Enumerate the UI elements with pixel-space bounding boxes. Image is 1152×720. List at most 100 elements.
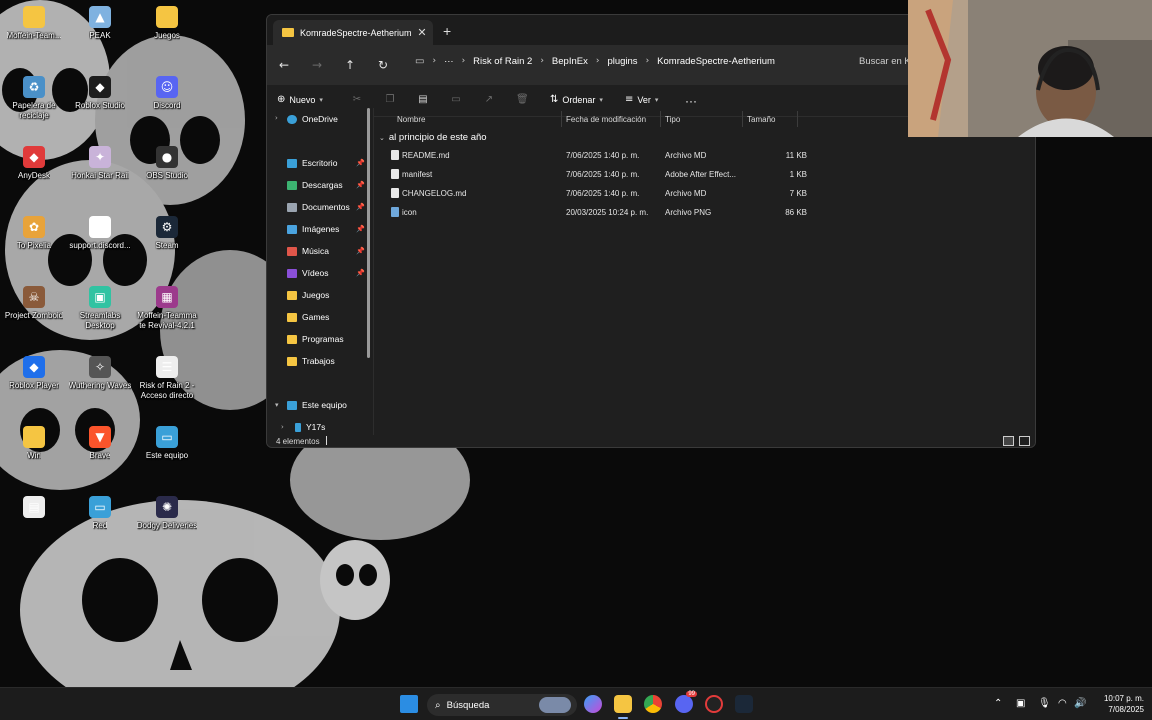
back-arrow-icon[interactable]: ← [279, 58, 289, 72]
pane-divider[interactable] [373, 108, 374, 435]
system-tray-app-icon[interactable]: ▣ [1016, 698, 1025, 709]
desktop-icon[interactable]: ✦ Honkai Star Rail [66, 146, 134, 181]
desktop-icon[interactable]: ✿ To Pixelia [0, 216, 68, 251]
desktop-icon[interactable]: ◆ AnyDesk [0, 146, 68, 181]
desktop-icon[interactable]: ◆ Roblox Player [0, 356, 68, 391]
breadcrumb-item[interactable]: plugins [607, 56, 637, 67]
new-tab-button[interactable]: + [443, 23, 451, 39]
chevron-down-icon[interactable]: ▾ [275, 401, 279, 409]
refresh-icon[interactable]: ↻ [378, 58, 388, 72]
column-divider[interactable] [660, 111, 661, 127]
more-options-button[interactable]: ··· [685, 94, 697, 108]
up-arrow-icon[interactable]: ↑ [345, 58, 355, 72]
file-row[interactable]: icon 20/03/2025 10:24 p. m. Archivo PNG 86 … [377, 203, 807, 222]
desktop-icon[interactable]: ⚙ Steam [133, 216, 201, 251]
group-header[interactable]: ⌄ al principio de este año [379, 132, 487, 143]
paste-icon[interactable]: ▤ [417, 94, 429, 106]
file-row[interactable]: CHANGELOG.md 7/06/2025 1:40 p. m. Archivo … [377, 184, 807, 203]
sidebar-item-this-pc[interactable]: Este equipo [287, 397, 371, 413]
tiles-view-icon[interactable] [1019, 436, 1030, 446]
desktop-icon[interactable]: ▭ Este equipo [133, 426, 201, 461]
desktop-icon[interactable]: ▲ PEAK [66, 6, 134, 41]
sidebar-item[interactable]: Imágenes 📌 [287, 221, 371, 237]
chevron-right-icon[interactable]: › [275, 114, 278, 122]
taskbar-clock[interactable]: 10:07 p. m. 7/08/2025 [1094, 693, 1144, 715]
new-button[interactable]: ⊕ Nuevo ▾ [277, 94, 323, 105]
sidebar-item[interactable]: Música 📌 [287, 243, 371, 259]
desktop-icon[interactable]: ☰ Risk of Rain 2 - Acceso directo [133, 356, 201, 401]
desktop-icon[interactable]: ☺ Discord [133, 76, 201, 111]
details-view-icon[interactable] [1003, 436, 1014, 446]
column-header-date[interactable]: Fecha de modificación [566, 115, 646, 124]
file-row[interactable]: manifest 7/06/2025 1:40 p. m. Adobe After … [377, 165, 807, 184]
desktop-icon[interactable]: ● OBS Studio [133, 146, 201, 181]
sidebar-item[interactable]: Juegos [287, 287, 371, 303]
microphone-icon[interactable]: 🎙 [1038, 698, 1051, 709]
address-bar[interactable]: ▭ › ··· › Risk of Rain 2 › BepInEx › plu… [411, 49, 847, 73]
copilot-icon[interactable] [584, 695, 602, 713]
desktop-icon[interactable]: ◆ Roblox Studio [66, 76, 134, 111]
close-tab-icon[interactable]: ✕ [415, 26, 429, 39]
forward-arrow-icon[interactable]: → [312, 58, 322, 72]
obs-taskbar-icon[interactable] [705, 695, 723, 713]
file-explorer-taskbar-icon[interactable] [614, 695, 632, 713]
desktop-icon[interactable]: Juegos [133, 6, 201, 41]
file-list: Nombre Fecha de modificación Tipo Tamaño… [377, 108, 1035, 435]
sort-button[interactable]: ⇅ Ordenar ▾ [550, 94, 603, 105]
desktop-icon[interactable]: ☠ Project Zomboid [0, 286, 68, 321]
breadcrumb-overflow[interactable]: ··· [444, 56, 454, 67]
column-header-name[interactable]: Nombre [397, 115, 425, 124]
desktop-icon[interactable]: ✺ Dodgy Deliveries [133, 496, 201, 531]
column-divider[interactable] [742, 111, 743, 127]
column-divider[interactable] [561, 111, 562, 127]
desktop-icon[interactable]: Win [0, 426, 68, 461]
file-row[interactable]: README.md 7/06/2025 1:40 p. m. Archivo MD 1… [377, 146, 807, 165]
cut-icon[interactable]: ✂ [351, 94, 363, 106]
sidebar-item[interactable]: Documentos 📌 [287, 199, 371, 215]
column-header-size[interactable]: Tamaño [747, 115, 775, 124]
sidebar-scrollbar[interactable] [367, 108, 370, 358]
taskbar-search-box[interactable]: ⌕ Búsqueda [427, 694, 577, 716]
sidebar-item[interactable]: Games [287, 309, 371, 325]
sidebar-item-drive[interactable]: Y17s [295, 419, 379, 435]
breadcrumb-item[interactable]: KomradeSpectre-Aetherium [657, 56, 775, 67]
desktop-icon[interactable]: ▭ Red [66, 496, 134, 531]
active-app-indicator [618, 717, 628, 719]
discord-taskbar-icon[interactable]: 99 [675, 691, 697, 713]
wifi-icon[interactable]: ◠ [1058, 698, 1067, 709]
chrome-icon[interactable] [644, 695, 662, 713]
sidebar-item-onedrive[interactable]: OneDrive [287, 111, 371, 127]
file-size: 1 KB [789, 170, 807, 179]
desktop-icon[interactable]: ✧ Wuthering Waves [66, 356, 134, 391]
desktop-icon[interactable]: Moffein-Team... [0, 6, 68, 41]
chevron-up-icon[interactable]: ⌃ [994, 698, 1002, 709]
app-icon: ▭ [156, 426, 178, 448]
column-divider[interactable] [797, 111, 798, 127]
desktop-icon-label: AnyDesk [17, 171, 50, 180]
sidebar-item[interactable]: Vídeos 📌 [287, 265, 371, 281]
volume-icon[interactable]: 🔊 [1074, 698, 1086, 709]
sidebar-item[interactable]: Escritorio 📌 [287, 155, 371, 171]
breadcrumb-item[interactable]: BepInEx [552, 56, 588, 67]
column-header-type[interactable]: Tipo [665, 115, 680, 124]
start-windows-icon[interactable] [400, 695, 418, 713]
delete-icon[interactable]: 🗑 [516, 94, 529, 106]
desktop-icon[interactable]: ▤ [0, 496, 68, 521]
view-button[interactable]: ≡ Ver ▾ [625, 94, 658, 105]
desktop-icon[interactable]: ▣ Streamlabs Desktop [66, 286, 134, 331]
sidebar-item[interactable]: Descargas 📌 [287, 177, 371, 193]
explorer-tab[interactable]: KomradeSpectre-Aetherium ✕ [273, 20, 433, 45]
desktop-icon[interactable]: ♻ Papelera de reciclaje [0, 76, 68, 121]
chevron-right-icon[interactable]: › [281, 423, 284, 431]
desktop-icon[interactable]: ▦ Moffein-Teamma te Revival-4.2.1 [133, 286, 201, 331]
file-type: Archivo MD [665, 189, 707, 198]
copy-icon[interactable]: ❐ [384, 94, 396, 106]
steam-taskbar-icon[interactable] [735, 695, 753, 713]
sidebar-item[interactable]: Programas [287, 331, 371, 347]
sidebar-item[interactable]: Trabajos [287, 353, 371, 369]
desktop-icon[interactable]: ▼ Brave [66, 426, 134, 461]
rename-icon[interactable]: ▭ [450, 94, 462, 106]
share-icon[interactable]: ↗ [483, 94, 495, 106]
breadcrumb-item[interactable]: Risk of Rain 2 [473, 56, 532, 67]
desktop-icon[interactable]: ● support.discord... [66, 216, 134, 251]
